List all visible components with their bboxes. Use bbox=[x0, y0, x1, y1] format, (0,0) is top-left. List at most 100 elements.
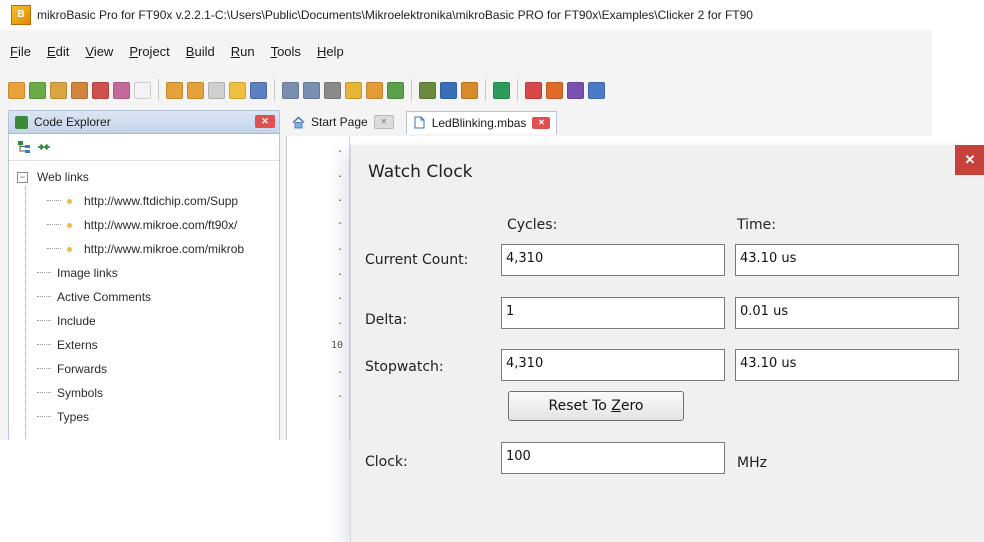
code-explorer-header: Code Explorer ✕ bbox=[9, 111, 279, 134]
stopwatch-cycles-field[interactable]: 4,310 bbox=[501, 349, 725, 381]
tree-item[interactable]: − Web links bbox=[9, 165, 279, 189]
editor-tab-strip: Start Page ✕ LedBlinking.mbas ✕ bbox=[286, 110, 932, 134]
collapse-toggle-icon[interactable]: − bbox=[17, 171, 28, 183]
toolbar-button-icon[interactable] bbox=[546, 81, 563, 99]
menu-item-label: un bbox=[240, 43, 255, 59]
toolbar-button-icon[interactable] bbox=[303, 81, 320, 99]
tree-item[interactable]: Types bbox=[9, 405, 279, 429]
menu-item-edit[interactable]: Edit bbox=[47, 44, 69, 59]
tree-view-icon[interactable] bbox=[17, 140, 31, 154]
toolbar-button-icon[interactable] bbox=[50, 81, 67, 99]
toolbar-button-icon[interactable] bbox=[525, 81, 542, 99]
gutter-line-marker: . bbox=[336, 389, 343, 400]
menu-item-label: iew bbox=[93, 43, 114, 59]
toolbar-button-icon[interactable] bbox=[387, 81, 404, 99]
toolbar-button-icon[interactable] bbox=[440, 81, 457, 99]
menu-item-label: uild bbox=[194, 43, 215, 59]
tree-item[interactable]: Externs bbox=[9, 333, 279, 357]
toolbar-button-icon[interactable] bbox=[567, 81, 584, 99]
gutter-line-marker: . bbox=[336, 144, 343, 155]
delta-time-field[interactable]: 0.01 us bbox=[735, 297, 959, 329]
tree-connector bbox=[37, 416, 51, 418]
delta-cycles-field[interactable]: 1 bbox=[501, 297, 725, 329]
toolbar-button-icon[interactable] bbox=[134, 81, 151, 99]
tab-start-page[interactable]: Start Page ✕ bbox=[286, 111, 400, 133]
toolbar-button-icon[interactable] bbox=[324, 81, 341, 99]
tab-start-page-close-button[interactable]: ✕ bbox=[373, 115, 394, 129]
toolbar-button-icon[interactable] bbox=[166, 81, 183, 99]
toolbar-button-icon[interactable] bbox=[366, 81, 383, 99]
reset-to-zero-button[interactable]: Reset To Zero bbox=[508, 391, 684, 421]
menu-item-file[interactable]: File bbox=[10, 44, 31, 59]
menu-item-build[interactable]: Build bbox=[186, 44, 215, 59]
tree-item-label: Forwards bbox=[57, 362, 108, 376]
link-bullet-icon bbox=[67, 246, 72, 252]
menu-item-help[interactable]: Help bbox=[317, 44, 344, 59]
tree-item[interactable]: Symbols bbox=[9, 381, 279, 405]
toolbar-separator bbox=[517, 79, 518, 101]
tree-item-label: Active Comments bbox=[57, 290, 152, 304]
tree-item[interactable]: Include bbox=[9, 309, 279, 333]
toolbar-button-icon[interactable] bbox=[187, 81, 204, 99]
link-bullet-icon bbox=[67, 198, 72, 204]
toolbar-button-icon[interactable] bbox=[113, 81, 130, 99]
toolbar-button-icon[interactable] bbox=[282, 81, 299, 99]
gutter-line-marker: . bbox=[336, 266, 343, 278]
reset-button-prefix: Reset To bbox=[548, 398, 612, 414]
code-explorer-toolbar bbox=[9, 134, 279, 161]
stopwatch-time-field[interactable]: 43.10 us bbox=[735, 349, 959, 381]
tree-item[interactable]: http://www.mikroe.com/ft90x/ bbox=[9, 213, 279, 237]
toolbar-button-icon[interactable] bbox=[92, 81, 109, 99]
clock-value-field[interactable]: 100 bbox=[501, 442, 725, 474]
code-explorer-tree: − Web links http://www.ftdichip.com/Supp ht… bbox=[9, 161, 279, 440]
menu-item-view[interactable]: View bbox=[85, 44, 113, 59]
menu-bar: File Edit View Project Build Run Tools Help bbox=[0, 40, 932, 62]
menu-item-mnemonic: H bbox=[316, 43, 327, 59]
menu-item-run[interactable]: Run bbox=[231, 44, 255, 59]
toolbar-button-icon[interactable] bbox=[419, 81, 436, 99]
current-count-time-field[interactable]: 43.10 us bbox=[735, 244, 959, 276]
tree-item[interactable]: http://www.ftdichip.com/Supp bbox=[9, 189, 279, 213]
tree-item[interactable]: Active Comments bbox=[9, 285, 279, 309]
toolbar-separator bbox=[274, 79, 275, 101]
toolbar-button-icon[interactable] bbox=[71, 81, 88, 99]
tab-led-blinking-label: LedBlinking.mbas bbox=[431, 115, 527, 130]
current-count-cycles-field[interactable]: 4,310 bbox=[501, 244, 725, 276]
code-explorer-icon bbox=[15, 115, 28, 129]
menu-item-label: ile bbox=[17, 43, 31, 59]
tree-item[interactable]: Image links bbox=[9, 261, 279, 285]
toolbar-button-icon[interactable] bbox=[29, 81, 46, 99]
toolbar-button-icon[interactable] bbox=[229, 81, 246, 99]
menu-item-label: dit bbox=[55, 43, 70, 59]
link-bullet-icon bbox=[67, 222, 72, 228]
code-explorer-close-button[interactable]: ✕ bbox=[255, 115, 275, 128]
toolbar-button-icon[interactable] bbox=[345, 81, 362, 99]
toolbar-button-icon[interactable] bbox=[493, 81, 510, 99]
menu-item-label: roject bbox=[138, 43, 170, 59]
code-explorer-panel: Code Explorer ✕ − Web links http://www.ftd… bbox=[8, 110, 280, 440]
toolbar-separator bbox=[158, 79, 159, 101]
toolbar-button-icon[interactable] bbox=[250, 81, 267, 99]
toolbar-button-icon[interactable] bbox=[208, 81, 225, 99]
tree-item[interactable]: Forwards bbox=[9, 357, 279, 381]
tree-connector bbox=[37, 320, 51, 322]
tree-item-label: http://www.ftdichip.com/Supp bbox=[84, 194, 239, 208]
toolbar-button-icon[interactable] bbox=[588, 81, 605, 99]
menu-item-project[interactable]: Project bbox=[129, 44, 169, 59]
toolbar-button-icon[interactable] bbox=[461, 81, 478, 99]
menu-item-tools[interactable]: Tools bbox=[271, 44, 301, 59]
gutter-line-marker: . bbox=[336, 193, 343, 204]
tab-led-blinking[interactable]: LedBlinking.mbas ✕ bbox=[405, 110, 558, 134]
clock-unit-label: MHz bbox=[737, 455, 767, 471]
tree-item-label: Web links bbox=[37, 170, 89, 184]
collapse-all-icon[interactable] bbox=[37, 140, 51, 154]
reset-button-mnemonic: Z bbox=[611, 398, 621, 414]
tree-item-label: Types bbox=[57, 410, 90, 424]
toolbar-button-icon[interactable] bbox=[8, 81, 25, 99]
tab-led-blinking-close-button[interactable]: ✕ bbox=[532, 116, 551, 129]
tree-item-label: Symbols bbox=[57, 386, 104, 400]
menu-item-mnemonic: F bbox=[10, 43, 18, 59]
tree-connector bbox=[37, 296, 51, 298]
tree-item[interactable]: http://www.mikroe.com/mikrob bbox=[9, 237, 279, 261]
dialog-close-button[interactable]: ✕ bbox=[955, 145, 984, 175]
